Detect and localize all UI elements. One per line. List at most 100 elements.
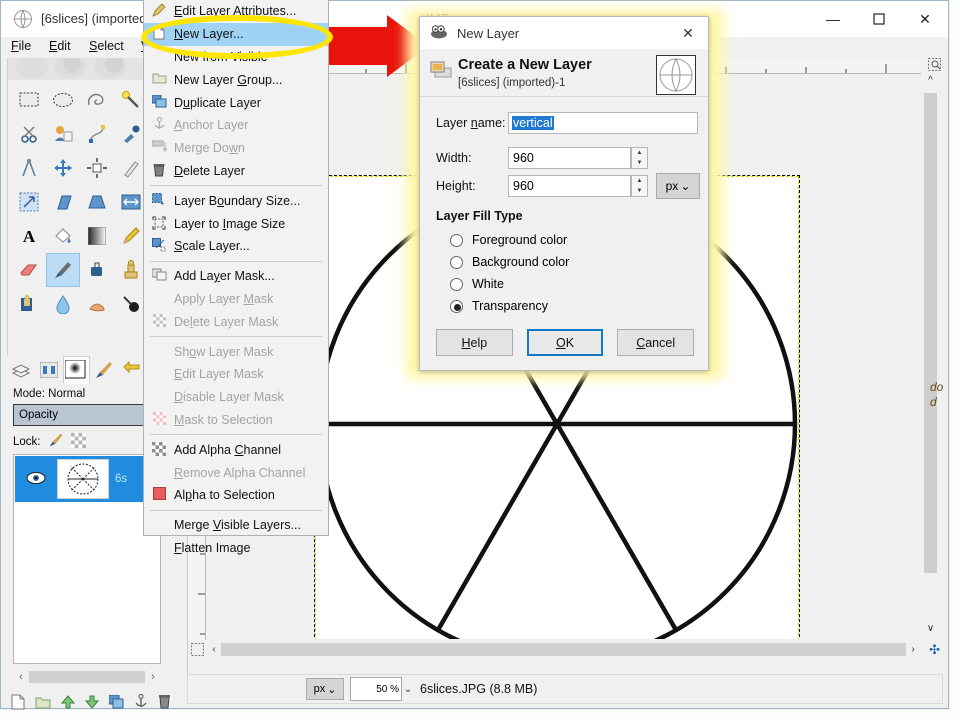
menu-item-new-layer[interactable]: New Layer... <box>144 22 328 46</box>
layer-visibility-eye-icon[interactable] <box>15 471 57 488</box>
text-tool[interactable]: A <box>12 219 46 253</box>
new-layer-button[interactable] <box>11 694 25 713</box>
opacity-slider[interactable]: Opacity <box>13 404 163 426</box>
spin-down-icon[interactable]: ▼ <box>632 158 647 168</box>
hscroll-thumb[interactable] <box>221 643 906 656</box>
channels-tab[interactable] <box>35 356 63 384</box>
radio-icon[interactable] <box>450 255 463 269</box>
quick-mask-toggle[interactable] <box>190 643 205 658</box>
menu-item-remove-alpha-channel[interactable]: Remove Alpha Channel <box>144 461 328 484</box>
menu-item-alpha-to-selection[interactable]: Alpha to Selection <box>144 484 328 507</box>
paint-dynamics-tab[interactable] <box>90 356 118 384</box>
ellipse-select-tool[interactable] <box>46 83 80 117</box>
width-stepper[interactable]: 960 ▲ ▼ <box>508 147 648 169</box>
scroll-right-icon[interactable]: › <box>906 644 920 655</box>
menu-item-edit-layer-attributes[interactable]: Edit Layer Attributes... <box>144 0 328 23</box>
spin-up-icon[interactable]: ▲ <box>632 148 647 158</box>
navigation-preview-icon[interactable]: ✣ <box>929 642 940 658</box>
scroll-up-icon[interactable]: ^ <box>922 75 939 91</box>
ok-button[interactable]: OK <box>526 329 604 356</box>
scroll-left-icon[interactable]: ‹ <box>13 671 29 683</box>
height-stepper[interactable]: 960 ▲ ▼ <box>508 175 648 197</box>
menu-item-apply-layer-mask[interactable]: Apply Layer Mask <box>144 288 328 311</box>
menu-item-add-layer-mask[interactable]: Add Layer Mask... <box>144 265 328 288</box>
menu-file[interactable]: FFileile <box>11 39 31 53</box>
zoom-chevron-down-icon[interactable]: ⌄ <box>402 684 414 695</box>
lower-layer-button[interactable] <box>84 695 100 712</box>
cancel-button[interactable]: Cancel <box>617 329 694 356</box>
unit-selector[interactable]: px ⌄ <box>656 173 700 199</box>
menu-item-show-layer-mask[interactable]: Show Layer Mask <box>144 340 328 363</box>
vscroll-thumb[interactable] <box>924 93 937 573</box>
minimize-button[interactable]: — <box>810 1 856 37</box>
width-input[interactable]: 960 <box>508 147 631 169</box>
scissors-select-tool[interactable] <box>12 117 46 151</box>
menu-item-scale-layer[interactable]: Scale Layer... <box>144 235 328 258</box>
radio-icon[interactable] <box>450 299 463 313</box>
menu-item-add-alpha-channel[interactable]: Add Alpha Channel <box>144 438 328 461</box>
anchor-layer-button[interactable] <box>134 694 148 712</box>
radio-background-color[interactable]: Background color <box>450 255 569 269</box>
zoom-image-icon[interactable] <box>928 58 941 74</box>
radio-foreground-color[interactable]: Foreground color <box>450 233 567 247</box>
zoom-input[interactable]: 50 % <box>350 677 402 701</box>
menu-item-layer-boundary-size[interactable]: + Layer Boundary Size... <box>144 189 328 212</box>
undo-history-tab[interactable] <box>118 356 146 384</box>
delete-layer-button[interactable] <box>158 694 171 712</box>
blur-sharpen-tool[interactable] <box>46 287 80 321</box>
ink-tool[interactable] <box>80 253 114 287</box>
menu-item-layer-to-image-size[interactable]: Layer to Image Size <box>144 212 328 235</box>
radio-transparency[interactable]: Transparency <box>450 299 548 313</box>
scroll-down-icon[interactable]: ∨ <box>922 623 939 639</box>
menu-item-new-from-visible[interactable]: New from Visible <box>144 46 328 69</box>
radio-icon[interactable] <box>450 233 463 247</box>
menu-item-edit-layer-mask[interactable]: Edit Layer Mask <box>144 363 328 386</box>
unit-selector[interactable]: px ⌄ <box>306 678 344 700</box>
raise-layer-button[interactable] <box>60 694 76 712</box>
bucket-fill-tool[interactable] <box>46 219 80 253</box>
height-input[interactable]: 960 <box>508 175 631 197</box>
menu-item-duplicate-layer[interactable]: Duplicate Layer <box>144 91 328 114</box>
width-spin-buttons[interactable]: ▲ ▼ <box>631 147 648 169</box>
paintbrush-tool[interactable] <box>46 253 80 287</box>
menu-item-anchor-layer[interactable]: Anchor Layer <box>144 114 328 137</box>
canvas-vscrollbar[interactable]: ^ ∨ <box>922 75 939 639</box>
maximize-button[interactable] <box>856 1 902 37</box>
brushes-tab[interactable] <box>62 356 91 384</box>
gradient-tool[interactable] <box>80 219 114 253</box>
scroll-left-icon[interactable]: ‹ <box>207 644 221 655</box>
help-button[interactable]: Help <box>436 329 513 356</box>
rect-select-tool[interactable] <box>12 83 46 117</box>
menu-item-delete-layer-mask[interactable]: Delete Layer Mask <box>144 310 328 333</box>
scroll-right-icon[interactable]: › <box>145 671 161 683</box>
free-select-tool[interactable] <box>80 83 114 117</box>
shear-tool[interactable] <box>46 185 80 219</box>
unified-transform-tool[interactable] <box>12 185 46 219</box>
paths-tool[interactable] <box>80 117 114 151</box>
spin-up-icon[interactable]: ▲ <box>632 176 647 186</box>
menu-item-new-layer-group[interactable]: New Layer Group... <box>144 68 328 91</box>
smudge-tool[interactable] <box>80 287 114 321</box>
canvas-hscrollbar[interactable]: ‹ › <box>207 641 920 658</box>
foreground-select-tool[interactable] <box>46 117 80 151</box>
perspective-tool[interactable] <box>80 185 114 219</box>
duplicate-layer-button[interactable] <box>108 694 124 712</box>
menu-item-mask-to-selection[interactable]: Mask to Selection <box>144 409 328 432</box>
menu-item-merge-visible-layers[interactable]: Merge Visible Layers... <box>144 514 328 537</box>
menu-item-flatten-image[interactable]: Flatten Image <box>144 537 328 560</box>
height-spin-buttons[interactable]: ▲ ▼ <box>631 175 648 197</box>
scroll-thumb[interactable] <box>29 671 145 683</box>
move-tool[interactable] <box>46 151 80 185</box>
dialog-close-button[interactable]: ✕ <box>668 17 708 49</box>
menu-item-merge-down[interactable]: Merge Down <box>144 137 328 160</box>
spin-down-icon[interactable]: ▼ <box>632 186 647 196</box>
menu-select[interactable]: Select <box>89 39 124 53</box>
eraser-tool[interactable] <box>12 253 46 287</box>
menu-item-disable-layer-mask[interactable]: Disable Layer Mask <box>144 386 328 409</box>
list-item[interactable]: 6s <box>15 456 161 502</box>
lock-pixels-icon[interactable] <box>48 432 64 451</box>
radio-white[interactable]: White <box>450 277 504 291</box>
measure-tool[interactable] <box>12 151 46 185</box>
menu-edit[interactable]: Edit <box>49 39 71 53</box>
menu-item-delete-layer[interactable]: Delete Layer <box>144 160 328 183</box>
